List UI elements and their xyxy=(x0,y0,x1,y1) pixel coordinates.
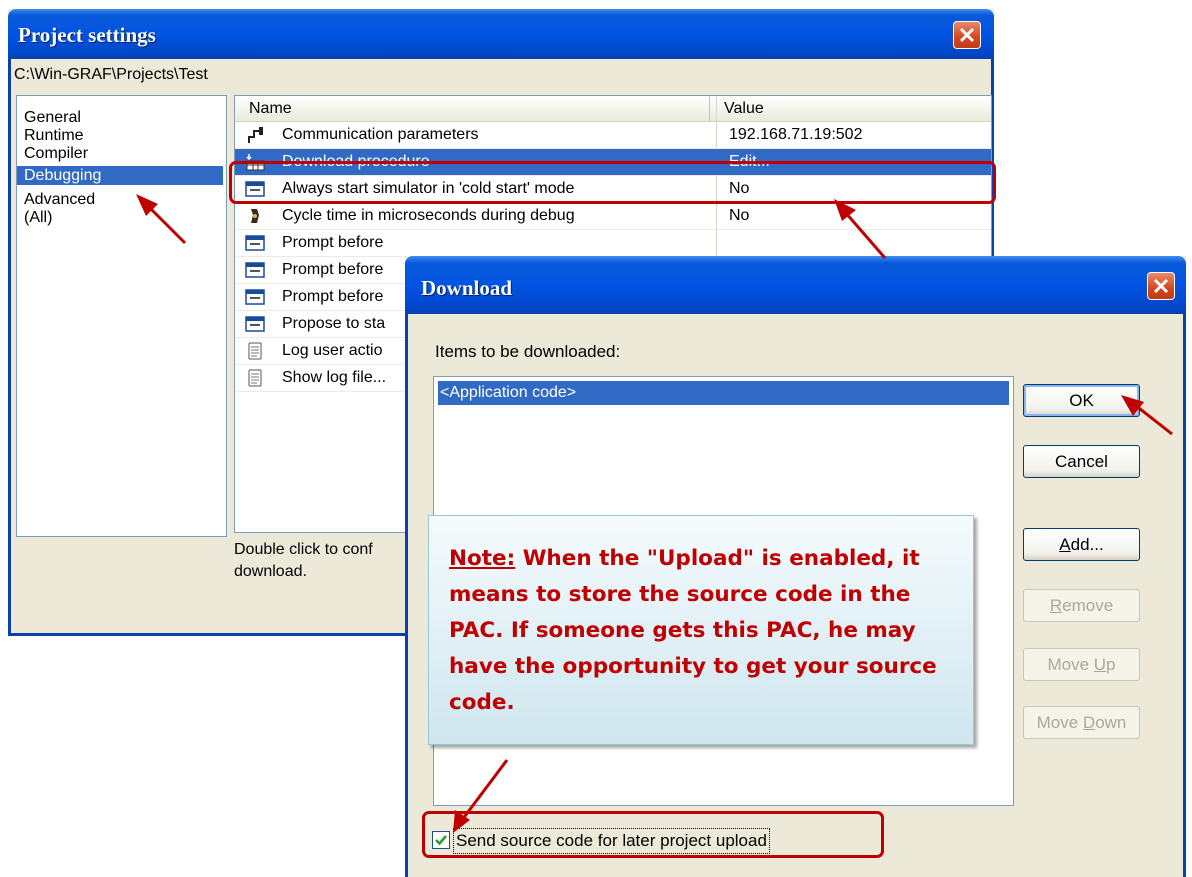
arrow-to-edit xyxy=(843,211,887,259)
arrow-head xyxy=(834,199,856,221)
arrow-to-ok xyxy=(1134,403,1173,436)
arrow-head xyxy=(1121,395,1144,416)
arrow-to-checkbox xyxy=(460,759,509,821)
annotation-arrows xyxy=(136,194,1173,833)
arrow-to-debugging xyxy=(146,204,187,245)
